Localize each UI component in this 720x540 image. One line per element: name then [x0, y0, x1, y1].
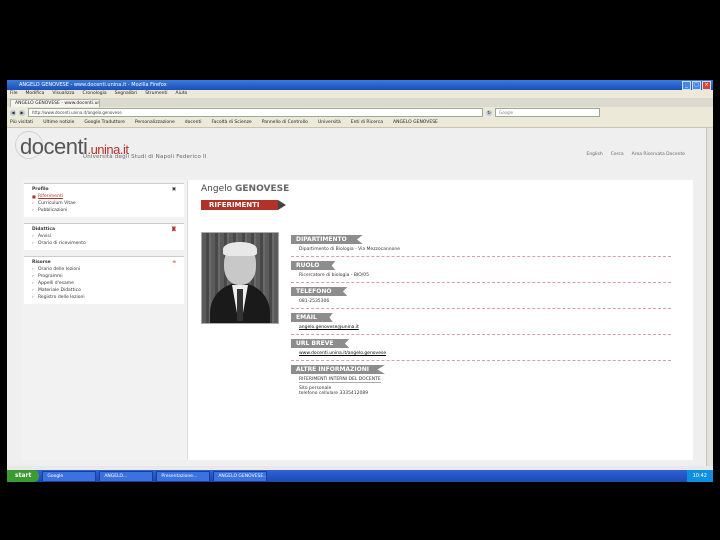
menu-bar: File Modifica Visualizza Cronologia Segn… [7, 90, 713, 98]
field-label-dipartimento: DIPARTIMENTO [291, 235, 363, 244]
bookmark-item[interactable]: Enti di Ricerca [351, 118, 383, 127]
altre-info-heading: RIFERIMENTI INTERNI DEL DOCENTE [299, 377, 381, 383]
menu-modifica[interactable]: Modifica [26, 90, 45, 98]
sidebar-section-risorse: Risorse∞ Orario delle lezioni Programmi … [24, 256, 184, 304]
sidebar-item-orario[interactable]: Orario delle lezioni [24, 266, 184, 273]
vertical-scrollbar[interactable] [706, 128, 713, 466]
taskbar-item[interactable]: ANGELO GENOVESE... [213, 470, 268, 482]
header-links: English Cerca Area Riservata Docente [586, 152, 685, 157]
field-label-altre-info: ALTRE INFORMAZIONI [291, 365, 385, 374]
navigation-bar: ◀ ▶ http://www.docenti.unina.it/angelo.g… [7, 107, 713, 118]
rss-icon: ◙ [171, 227, 176, 232]
field-value-url-breve: www.docenti.unina.it/angelo.genovese [291, 348, 671, 361]
menu-strumenti[interactable]: Strumenti [145, 90, 167, 98]
site-subtitle: Università degli Studi di Napoli Federic… [83, 154, 207, 160]
sidebar-item-registro[interactable]: Registro delle lezioni [24, 294, 184, 301]
menu-segnalibri[interactable]: Segnalibri [115, 90, 138, 98]
bookmark-item[interactable]: Ultime notizie [43, 118, 74, 127]
field-label-url-breve: URL BREVE [291, 339, 350, 348]
page-title: Angelo GENOVESE [201, 184, 290, 194]
bookmarks-toolbar: Più visitati Ultime notizie Google Tradu… [7, 118, 713, 128]
window-title: ANGELO GENOVESE - www.docenti.unina.it -… [19, 82, 167, 88]
taskbar-item[interactable]: Google [42, 470, 97, 482]
field-value-dipartimento: Dipartimento di Biologia - Via Mezzocann… [291, 244, 671, 257]
field-value-ruolo: Ricercatore di biologia - BIO/05 [291, 270, 671, 283]
menu-aiuto[interactable]: Aiuto [176, 90, 188, 98]
maximize-button[interactable]: □ [692, 81, 701, 90]
bookmark-item[interactable]: Università [318, 118, 341, 127]
forward-icon[interactable]: ▶ [19, 109, 25, 116]
start-button[interactable]: start [7, 470, 40, 482]
minimize-button[interactable]: _ [682, 81, 691, 90]
sidebar-section-profilo: Profilo ▣ Riferimenti Curriculum Vitae Pu… [24, 183, 184, 217]
profile-fields: DIPARTIMENTO Dipartimento di Biologia - … [291, 235, 671, 404]
url-breve-link[interactable]: www.docenti.unina.it/angelo.genovese [299, 351, 386, 356]
field-value-altre-info: RIFERIMENTI INTERNI DEL DOCENTE Sito per… [291, 374, 671, 400]
back-icon[interactable]: ◀ [10, 109, 16, 116]
altre-info-line: telefono cellulare 3335412089 [299, 391, 369, 396]
sidebar-heading: Didattica [32, 227, 56, 232]
sidebar: Profilo ▣ Riferimenti Curriculum Vitae Pu… [21, 180, 188, 460]
reload-icon[interactable]: ↻ [486, 109, 492, 116]
menu-file[interactable]: File [10, 90, 18, 98]
sidebar-section-didattica: Didattica ◙ Avvisi Orario di ricevimento [24, 223, 184, 250]
site-header: docenti.unina.it Università degli Studi … [15, 129, 705, 165]
bookmark-item[interactable]: Google Traduttore [84, 118, 125, 127]
sidebar-item-programmi[interactable]: Programmi [24, 273, 184, 280]
browser-window: ANGELO GENOVESE - www.docenti.unina.it -… [7, 80, 713, 482]
search-input[interactable]: Google [495, 108, 600, 117]
sidebar-item-materiale[interactable]: Materiale Didattico [24, 287, 184, 294]
taskbar-item[interactable]: ANGELO... [99, 470, 154, 482]
sidebar-heading: Profilo [32, 187, 49, 192]
email-link[interactable]: angelo.genovese@unina.it [299, 325, 359, 330]
section-ribbon: RIFERIMENTI [201, 200, 286, 210]
profile-photo [201, 232, 279, 324]
bookmark-item[interactable]: docenti [185, 118, 202, 127]
bookmark-item[interactable]: ANGELO GENOVESE [393, 118, 438, 127]
window-titlebar: ANGELO GENOVESE - www.docenti.unina.it -… [7, 80, 713, 90]
page-viewport: docenti.unina.it Università degli Studi … [7, 128, 707, 466]
bookmark-item[interactable]: Più visitati [10, 118, 33, 127]
field-value-telefono: 081-2535306 [291, 296, 671, 309]
info-icon: ▣ [171, 187, 176, 192]
url-input[interactable]: http://www.docenti.unina.it/angelo.genov… [28, 108, 483, 117]
sidebar-heading: Risorse [32, 260, 51, 265]
sidebar-item-appelli[interactable]: Appelli d'esame [24, 280, 184, 287]
tab-strip: ANGELO GENOVESE - www.docenti.unina.it [7, 98, 713, 107]
sidebar-item-avvisi[interactable]: Avvisi [24, 233, 184, 240]
sidebar-item-riferimenti[interactable]: Riferimenti [24, 193, 184, 200]
windows-taskbar: start Google ANGELO... Presentazione... … [7, 470, 713, 482]
menu-visualizza[interactable]: Visualizza [52, 90, 74, 98]
field-label-telefono: TELEFONO [291, 287, 348, 296]
glasses-icon: ∞ [172, 260, 176, 265]
field-label-ruolo: RUOLO [291, 261, 336, 270]
window-controls: _ □ × [682, 81, 711, 90]
bookmark-item[interactable]: Pannello di Controllo [262, 118, 308, 127]
reserved-area-link[interactable]: Area Riservata Docente [632, 152, 685, 157]
close-button[interactable]: × [702, 81, 711, 90]
tab-angelo-genovese[interactable]: ANGELO GENOVESE - www.docenti.unina.it [10, 99, 100, 107]
taskbar-item[interactable]: Presentazione... [156, 470, 211, 482]
sidebar-item-pubblicazioni[interactable]: Pubblicazioni [24, 207, 184, 214]
field-value-email: angelo.genovese@unina.it [291, 322, 671, 335]
sidebar-item-ricevimento[interactable]: Orario di ricevimento [24, 240, 184, 247]
menu-cronologia[interactable]: Cronologia [83, 90, 107, 98]
main-content: Profilo ▣ Riferimenti Curriculum Vitae Pu… [21, 180, 693, 460]
field-label-email: EMAIL [291, 313, 333, 322]
profile-main: Angelo GENOVESE RIFERIMENTI DIPARTIMENTO… [201, 180, 691, 396]
search-link[interactable]: Cerca [611, 152, 624, 157]
language-link[interactable]: English [586, 152, 602, 157]
sidebar-item-cv[interactable]: Curriculum Vitae [24, 200, 184, 207]
bookmark-item[interactable]: Personalizzazione [135, 118, 175, 127]
system-clock: 10:42 [686, 470, 713, 482]
bookmark-item[interactable]: Facoltà di Scienze [211, 118, 251, 127]
